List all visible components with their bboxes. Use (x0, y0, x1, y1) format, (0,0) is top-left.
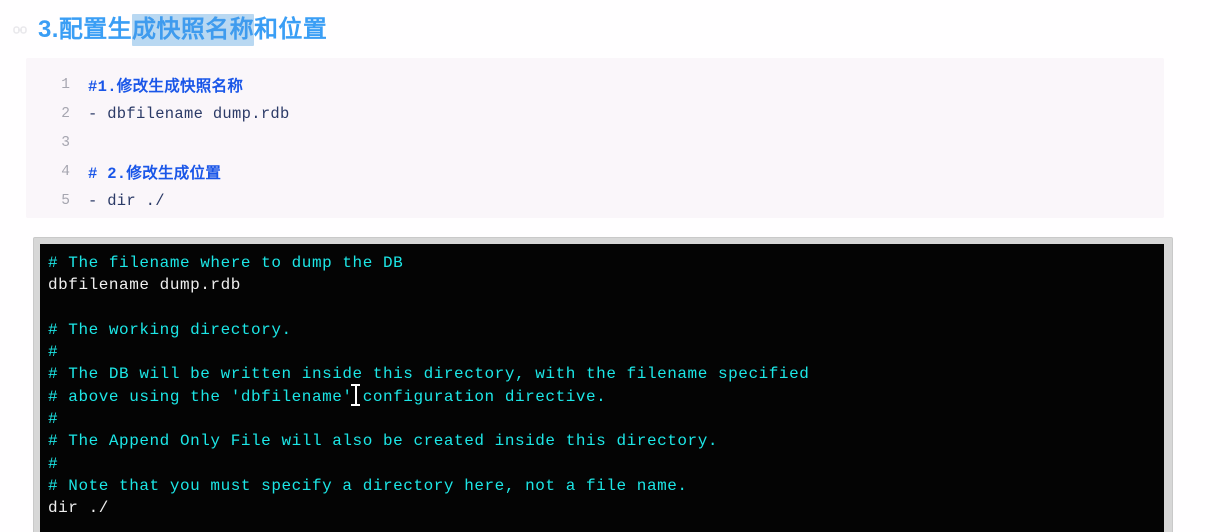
terminal-line: # The working directory. (48, 320, 292, 339)
terminal-line: # The DB will be written inside this dir… (48, 365, 810, 384)
terminal-window[interactable]: # The filename where to dump the DB dbfi… (34, 238, 1172, 532)
page-title-suffix: 和位置 (254, 16, 328, 43)
code-line-number: 4 (61, 163, 70, 180)
page-title-prefix: 3.配置生 (38, 16, 133, 43)
code-line: 5 - dir ./ (26, 186, 1164, 215)
code-line-text: - dir ./ (88, 191, 165, 210)
code-line-number: 1 (61, 76, 70, 93)
terminal-screen[interactable]: # The filename where to dump the DB dbfi… (40, 244, 1164, 532)
page-heading: 3.配置生成快照名称和位置 (0, 8, 1210, 52)
code-block-content: 1 #1.修改生成快照名称 2 - dbfilename dump.rdb 3 … (26, 58, 1164, 218)
terminal-line: # Note that you must specify a directory… (48, 476, 688, 495)
terminal-line: # above using the 'dbfilename' configura… (48, 387, 607, 406)
anchor-link-icon[interactable] (12, 22, 28, 38)
terminal-line: dbfilename dump.rdb (48, 276, 241, 295)
terminal-line: # (48, 343, 59, 362)
page-root: 3.配置生成快照名称和位置 1 #1.修改生成快照名称 2 - dbfilena… (0, 0, 1210, 532)
code-line-number: 3 (61, 134, 70, 151)
terminal-line: # The Append Only File will also be crea… (48, 432, 719, 451)
code-line-number: 5 (61, 192, 70, 209)
code-line-text: # 2.修改生成位置 (88, 164, 222, 183)
code-line: 3 (26, 128, 1164, 157)
terminal-line: # (48, 454, 59, 473)
terminal-line: # The filename where to dump the DB (48, 254, 404, 272)
code-line-number: 2 (61, 105, 70, 122)
terminal-line: dir ./ (48, 499, 109, 518)
code-line: 1 #1.修改生成快照名称 (26, 70, 1164, 99)
code-line-text: - dbfilename dump.rdb (88, 104, 290, 123)
code-line: 2 - dbfilename dump.rdb (26, 99, 1164, 128)
terminal-line: # (48, 410, 59, 429)
code-line-text: #1.修改生成快照名称 (88, 77, 244, 96)
page-title: 3.配置生成快照名称和位置 (38, 13, 327, 47)
code-line: 4 # 2.修改生成位置 (26, 157, 1164, 186)
page-title-selected-text: 成快照名称 (132, 14, 255, 46)
code-block[interactable]: 1 #1.修改生成快照名称 2 - dbfilename dump.rdb 3 … (26, 58, 1164, 218)
